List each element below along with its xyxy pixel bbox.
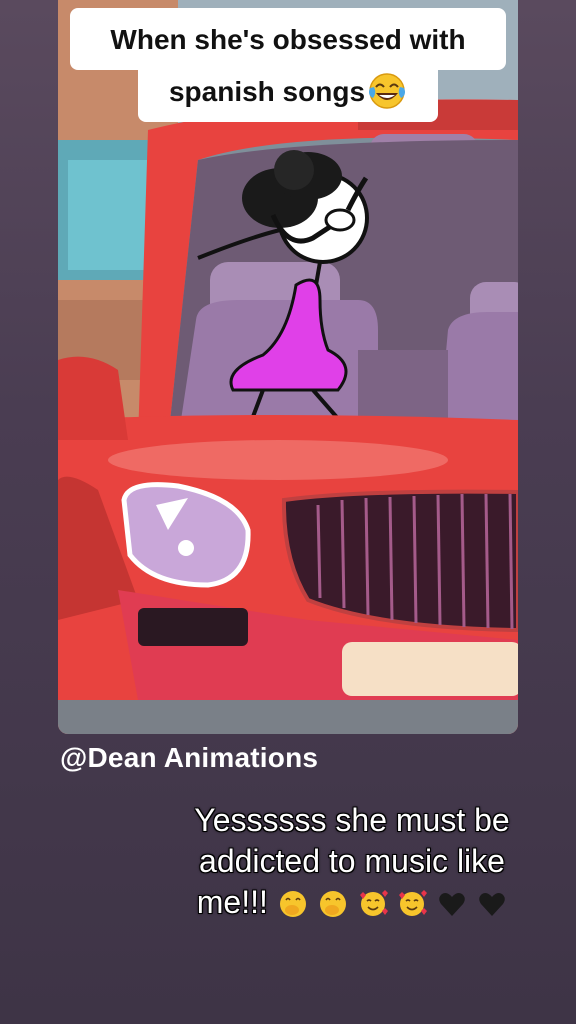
face-with-hand-over-mouth-icon bbox=[319, 890, 346, 917]
author-handle: @Dean Animations bbox=[60, 742, 319, 773]
black-heart-icon bbox=[479, 892, 506, 916]
comment-emoji-row bbox=[277, 881, 507, 922]
smiling-face-with-hearts-icon bbox=[359, 889, 388, 916]
video-caption: When she's obsessed with spanish songs bbox=[70, 8, 506, 122]
comment-line-2: addicted to music like bbox=[199, 843, 505, 879]
face-with-hand-over-mouth-icon bbox=[279, 890, 306, 917]
smiling-face-with-hearts-icon bbox=[399, 889, 428, 916]
tears-of-joy-icon bbox=[369, 72, 406, 109]
comment-line-3-text: me!!! bbox=[196, 884, 268, 920]
caption-line-2: spanish songs bbox=[138, 64, 438, 122]
black-heart-icon bbox=[439, 892, 466, 916]
story-comment-text: Yessssss she must be addicted to music l… bbox=[172, 800, 532, 923]
caption-line-1: When she's obsessed with bbox=[70, 8, 506, 70]
comment-line-1: Yessssss she must be bbox=[194, 802, 510, 838]
comment-line-3: me!!! bbox=[172, 882, 532, 923]
caption-line-2-text: spanish songs bbox=[168, 76, 366, 107]
